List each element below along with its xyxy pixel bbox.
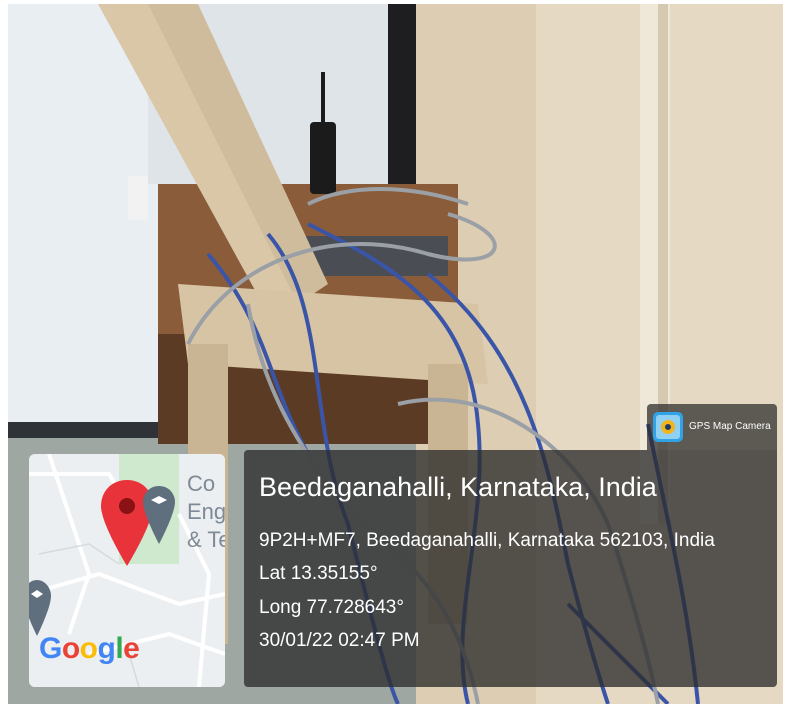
badge-label: GPS Map Camera [689, 421, 771, 432]
gps-map-camera-badge: GPS Map Camera [647, 404, 777, 450]
mini-map: Co Eng & Te Google [29, 454, 225, 687]
photo-frame: GPS Map Camera Beedaganahalli, Karnataka… [0, 0, 791, 709]
gps-map-camera-app-icon [653, 412, 683, 442]
timestamp: 30/01/22 02:47 PM [259, 630, 420, 651]
place-name: Beedaganahalli, Karnataka, India [259, 472, 657, 502]
longitude: Long 77.728643° [259, 597, 404, 618]
latitude: Lat 13.35155° [259, 563, 378, 584]
address-line: 9P2H+MF7, Beedaganahalli, Karnataka 5621… [259, 530, 715, 551]
location-info-panel: Beedaganahalli, Karnataka, India 9P2H+MF… [244, 450, 777, 687]
google-logo: Google [39, 632, 140, 665]
map-place-label: Co Eng & Te [187, 471, 225, 552]
